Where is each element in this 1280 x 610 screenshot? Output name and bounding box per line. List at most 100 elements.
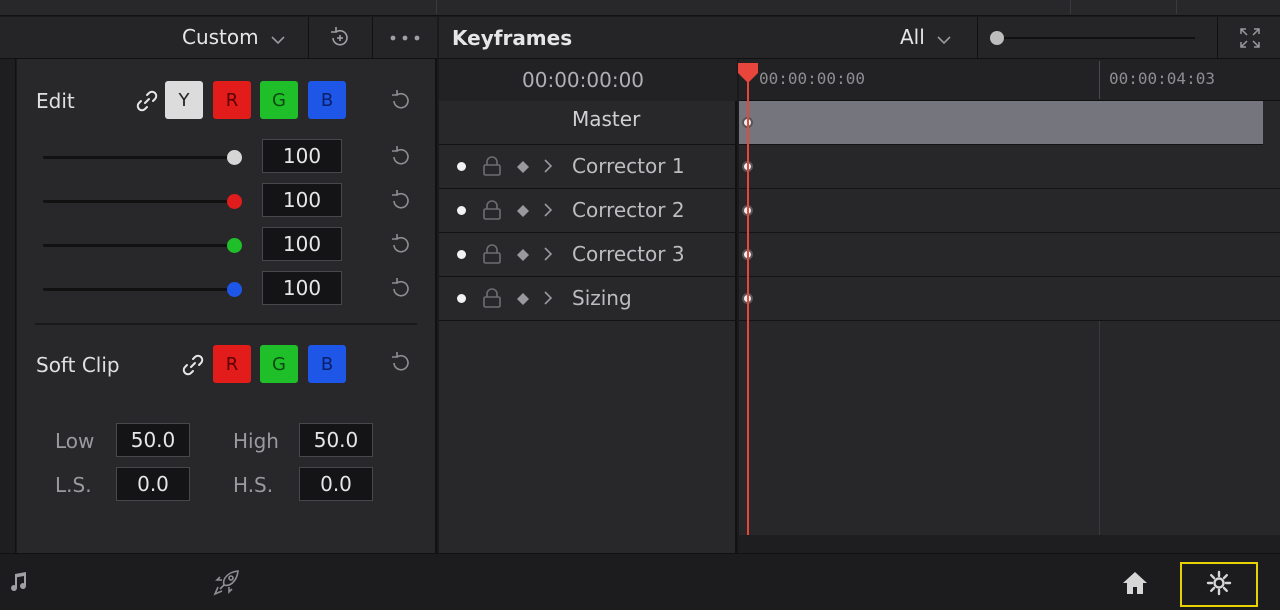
enable-dot-icon[interactable] bbox=[457, 250, 466, 259]
value-b-field[interactable]: 100 bbox=[262, 271, 342, 305]
slider-y-knob[interactable] bbox=[227, 150, 242, 165]
enable-dot-icon[interactable] bbox=[457, 162, 466, 171]
mode-select[interactable]: Custom bbox=[182, 25, 287, 51]
hs-label: H.S. bbox=[233, 473, 274, 497]
hs-field[interactable]: 0.0 bbox=[299, 467, 373, 501]
slider-r[interactable] bbox=[43, 200, 235, 203]
slider-b[interactable] bbox=[43, 288, 235, 291]
lock-icon[interactable] bbox=[481, 199, 503, 225]
settings-button[interactable] bbox=[1180, 562, 1258, 607]
music-icon[interactable] bbox=[4, 568, 32, 596]
high-field[interactable]: 50.0 bbox=[299, 423, 373, 457]
slider-b-knob[interactable] bbox=[227, 282, 242, 297]
reset-icon[interactable] bbox=[318, 24, 362, 52]
timecode-display: 00:00:00:00 bbox=[522, 68, 645, 92]
track-label: Corrector 3 bbox=[572, 242, 685, 266]
zoom-slider-knob[interactable] bbox=[990, 31, 1004, 45]
rocket-icon[interactable] bbox=[210, 566, 244, 598]
channel-y-button[interactable]: Y bbox=[165, 81, 203, 119]
timeline-row-corrector-1[interactable] bbox=[739, 145, 1280, 189]
slider-y[interactable] bbox=[43, 156, 235, 159]
expand-icon[interactable] bbox=[1234, 25, 1266, 51]
chevron-down-icon bbox=[269, 27, 287, 51]
low-field[interactable]: 50.0 bbox=[116, 423, 190, 457]
zoom-slider[interactable] bbox=[995, 37, 1195, 39]
timeline-gridline bbox=[1099, 321, 1100, 535]
channel-r-button[interactable]: R bbox=[213, 81, 251, 119]
track-row-sizing[interactable]: Sizing bbox=[439, 277, 737, 321]
chevron-right-icon[interactable] bbox=[542, 202, 554, 222]
mode-select-label: Custom bbox=[182, 25, 259, 49]
filter-select-label: All bbox=[900, 25, 925, 49]
link-icon[interactable] bbox=[133, 87, 161, 115]
channel-g-button[interactable]: G bbox=[260, 81, 298, 119]
enable-dot-icon[interactable] bbox=[457, 206, 466, 215]
chevron-right-icon[interactable] bbox=[542, 290, 554, 310]
track-row-master[interactable]: Master bbox=[439, 101, 737, 145]
track-row-corrector-3[interactable]: Corrector 3 bbox=[439, 233, 737, 277]
diamond-icon[interactable] bbox=[516, 203, 530, 222]
soft-clip-r-button[interactable]: R bbox=[213, 345, 251, 383]
ls-label: L.S. bbox=[55, 473, 92, 497]
high-label: High bbox=[233, 429, 279, 453]
slider-r-knob[interactable] bbox=[227, 194, 242, 209]
timeline-ruler[interactable]: 00:00:00:00 00:00:04:03 bbox=[739, 59, 1280, 101]
chevron-right-icon[interactable] bbox=[542, 158, 554, 178]
lock-icon[interactable] bbox=[481, 243, 503, 269]
header-divider bbox=[977, 17, 978, 59]
ls-field[interactable]: 0.0 bbox=[116, 467, 190, 501]
soft-clip-link-icon[interactable] bbox=[179, 351, 207, 379]
slider-g[interactable] bbox=[43, 244, 235, 247]
value-g-field[interactable]: 100 bbox=[262, 227, 342, 261]
reset-edit-icon[interactable] bbox=[387, 87, 415, 115]
keyframe-track-list: 00:00:00:00 Master Corrector 1 Corrector… bbox=[439, 59, 737, 553]
lock-icon[interactable] bbox=[481, 287, 503, 313]
keyframe-timeline[interactable]: 00:00:00:00 00:00:04:03 bbox=[738, 59, 1280, 553]
playhead-handle-icon[interactable] bbox=[735, 61, 761, 89]
timeline-row-master[interactable] bbox=[739, 101, 1263, 145]
more-icon[interactable] bbox=[382, 24, 428, 52]
reset-y-icon[interactable] bbox=[387, 143, 415, 171]
track-label: Corrector 2 bbox=[572, 198, 685, 222]
reset-g-icon[interactable] bbox=[387, 231, 415, 259]
top-strip bbox=[0, 0, 1280, 16]
color-panel-header: Custom bbox=[0, 17, 437, 59]
track-row-corrector-2[interactable]: Corrector 2 bbox=[439, 189, 737, 233]
playhead-line[interactable] bbox=[747, 71, 749, 535]
value-y-field[interactable]: 100 bbox=[262, 139, 342, 173]
edit-label: Edit bbox=[36, 89, 75, 113]
diamond-icon[interactable] bbox=[516, 247, 530, 266]
low-label: Low bbox=[55, 429, 95, 453]
timeline-footer bbox=[739, 535, 1280, 553]
enable-dot-icon[interactable] bbox=[457, 294, 466, 303]
filter-select[interactable]: All bbox=[900, 25, 953, 51]
reset-soft-clip-icon[interactable] bbox=[387, 349, 415, 377]
header-divider bbox=[308, 17, 309, 59]
slider-g-knob[interactable] bbox=[227, 238, 242, 253]
reset-b-icon[interactable] bbox=[387, 275, 415, 303]
strip-divider bbox=[436, 0, 437, 14]
ruler-start-label: 00:00:00:00 bbox=[759, 69, 865, 88]
soft-clip-b-button[interactable]: B bbox=[308, 345, 346, 383]
value-r-field[interactable]: 100 bbox=[262, 183, 342, 217]
keyframes-header: Keyframes All bbox=[439, 17, 1280, 59]
strip-divider bbox=[1070, 0, 1071, 14]
track-row-corrector-1[interactable]: Corrector 1 bbox=[439, 145, 737, 189]
diamond-icon[interactable] bbox=[516, 159, 530, 178]
home-icon[interactable] bbox=[1118, 568, 1152, 598]
timeline-row-corrector-2[interactable] bbox=[739, 189, 1280, 233]
chevron-right-icon[interactable] bbox=[542, 246, 554, 266]
channel-b-button[interactable]: B bbox=[308, 81, 346, 119]
strip-divider bbox=[1176, 0, 1177, 14]
header-divider bbox=[1217, 17, 1218, 59]
soft-clip-g-button[interactable]: G bbox=[260, 345, 298, 383]
ruler-mark-label: 00:00:04:03 bbox=[1109, 69, 1215, 88]
gear-icon bbox=[1205, 569, 1233, 601]
color-panel: Edit Y R G B 100 100 100 100 Soft Clip R… bbox=[17, 59, 437, 553]
diamond-icon[interactable] bbox=[516, 291, 530, 310]
reset-r-icon[interactable] bbox=[387, 187, 415, 215]
timeline-row-sizing[interactable] bbox=[739, 277, 1280, 321]
timeline-row-corrector-3[interactable] bbox=[739, 233, 1280, 277]
ruler-tick bbox=[1099, 61, 1100, 99]
lock-icon[interactable] bbox=[481, 155, 503, 181]
